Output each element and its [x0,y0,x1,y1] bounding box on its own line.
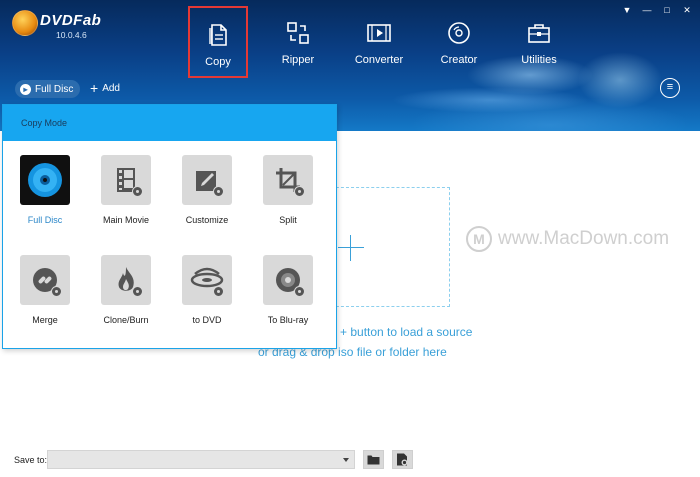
mode-to-bluray[interactable]: To Blu-ray [253,255,323,325]
add-source-plus-icon[interactable] [338,235,364,261]
brand-name: DVDFab [40,12,102,29]
watermark-text: www.MacDown.com [498,228,670,249]
mode-customize-tile [182,155,232,205]
mode-to-dvd-tile [182,255,232,305]
mode-main-movie[interactable]: Main Movie [91,155,161,225]
nav-utilities-label: Utilities [521,54,557,66]
watermark: M www.MacDown.com [466,226,669,252]
window-controls: ▼ — □ ✕ [620,4,694,16]
minimize-button[interactable]: — [640,4,654,16]
logo-ball-icon [12,10,38,36]
browse-folder-button[interactable] [363,450,384,469]
list-icon: ≡ [666,81,674,93]
arrow-right-icon: ▸ [20,83,31,95]
mode-main-movie-label: Main Movie [102,215,149,225]
nav-ripper-label: Ripper [281,54,315,66]
mode-merge[interactable]: Merge [10,255,80,325]
mode-customize-label: Customize [185,215,229,225]
badge-icon [213,286,224,297]
mode-split[interactable]: Split [253,155,323,225]
nav-converter-label: Converter [354,54,404,66]
document-icon [209,24,227,46]
nav-copy-label: Copy [205,56,231,68]
badge-icon [294,286,305,297]
ripper-icon [287,22,309,44]
mode-main-movie-tile [101,155,151,205]
app-logo: DVDFab 10.0.4.6 [12,8,102,42]
mode-split-label: Split [279,215,297,225]
film-icon [367,24,391,42]
copy-mode-popup: Copy Mode Full Disc Main Movie Customize… [2,104,337,349]
nav-creator[interactable]: Creator [429,6,489,78]
mode-full-disc[interactable]: Full Disc [10,155,80,225]
save-iso-button[interactable] [392,450,413,469]
mode-full-disc-tile [20,155,70,205]
badge-icon [51,286,62,297]
close-button[interactable]: ✕ [680,4,694,16]
nav-ripper[interactable]: Ripper [268,6,328,78]
badge-icon [294,186,305,197]
mode-clone-burn[interactable]: Clone/Burn [91,255,161,325]
mode-merge-label: Merge [32,315,58,325]
nav-copy[interactable]: Copy [188,6,248,78]
mode-split-tile [263,155,313,205]
mode-customize[interactable]: Customize [172,155,242,225]
mode-to-dvd-label: to DVD [192,315,222,325]
mode-merge-tile [20,255,70,305]
mode-clone-burn-label: Clone/Burn [103,315,149,325]
watermark-logo-icon: M [466,226,492,252]
save-to-label: Save to: [14,455,48,465]
dropdown-window-button[interactable]: ▼ [620,4,634,16]
mode-clone-burn-tile [101,255,151,305]
disc-icon [448,22,470,44]
maximize-button[interactable]: □ [660,4,674,16]
toolbox-icon [528,24,550,43]
plus-icon: + [90,80,99,96]
badge-icon [132,186,143,197]
full-disc-icon [28,163,62,197]
drop-hint-line-1: n + button to load a source [330,325,473,339]
nav-utilities[interactable]: Utilities [509,6,569,78]
mode-to-bluray-label: To Blu-ray [267,315,309,325]
caret-down-icon [343,458,349,462]
save-to-select[interactable] [47,450,355,469]
mode-to-dvd[interactable]: to DVD [172,255,242,325]
mode-pill-label: Full Disc [35,83,74,95]
app-version: 10.0.4.6 [56,30,87,40]
badge-icon [213,186,224,197]
full-disc-mode-button[interactable]: ▸ Full Disc [15,80,81,98]
popup-title: Copy Mode [3,105,336,141]
iso-file-icon [397,453,408,466]
mode-full-disc-label: Full Disc [27,215,63,225]
nav-converter[interactable]: Converter [349,6,409,78]
add-button[interactable]: + Add [90,80,120,96]
nav-creator-label: Creator [440,54,478,66]
mode-to-bluray-tile [263,255,313,305]
add-button-label: Add [102,82,120,94]
list-menu-button[interactable]: ≡ [660,78,680,98]
badge-icon [132,286,143,297]
folder-icon [367,455,380,465]
